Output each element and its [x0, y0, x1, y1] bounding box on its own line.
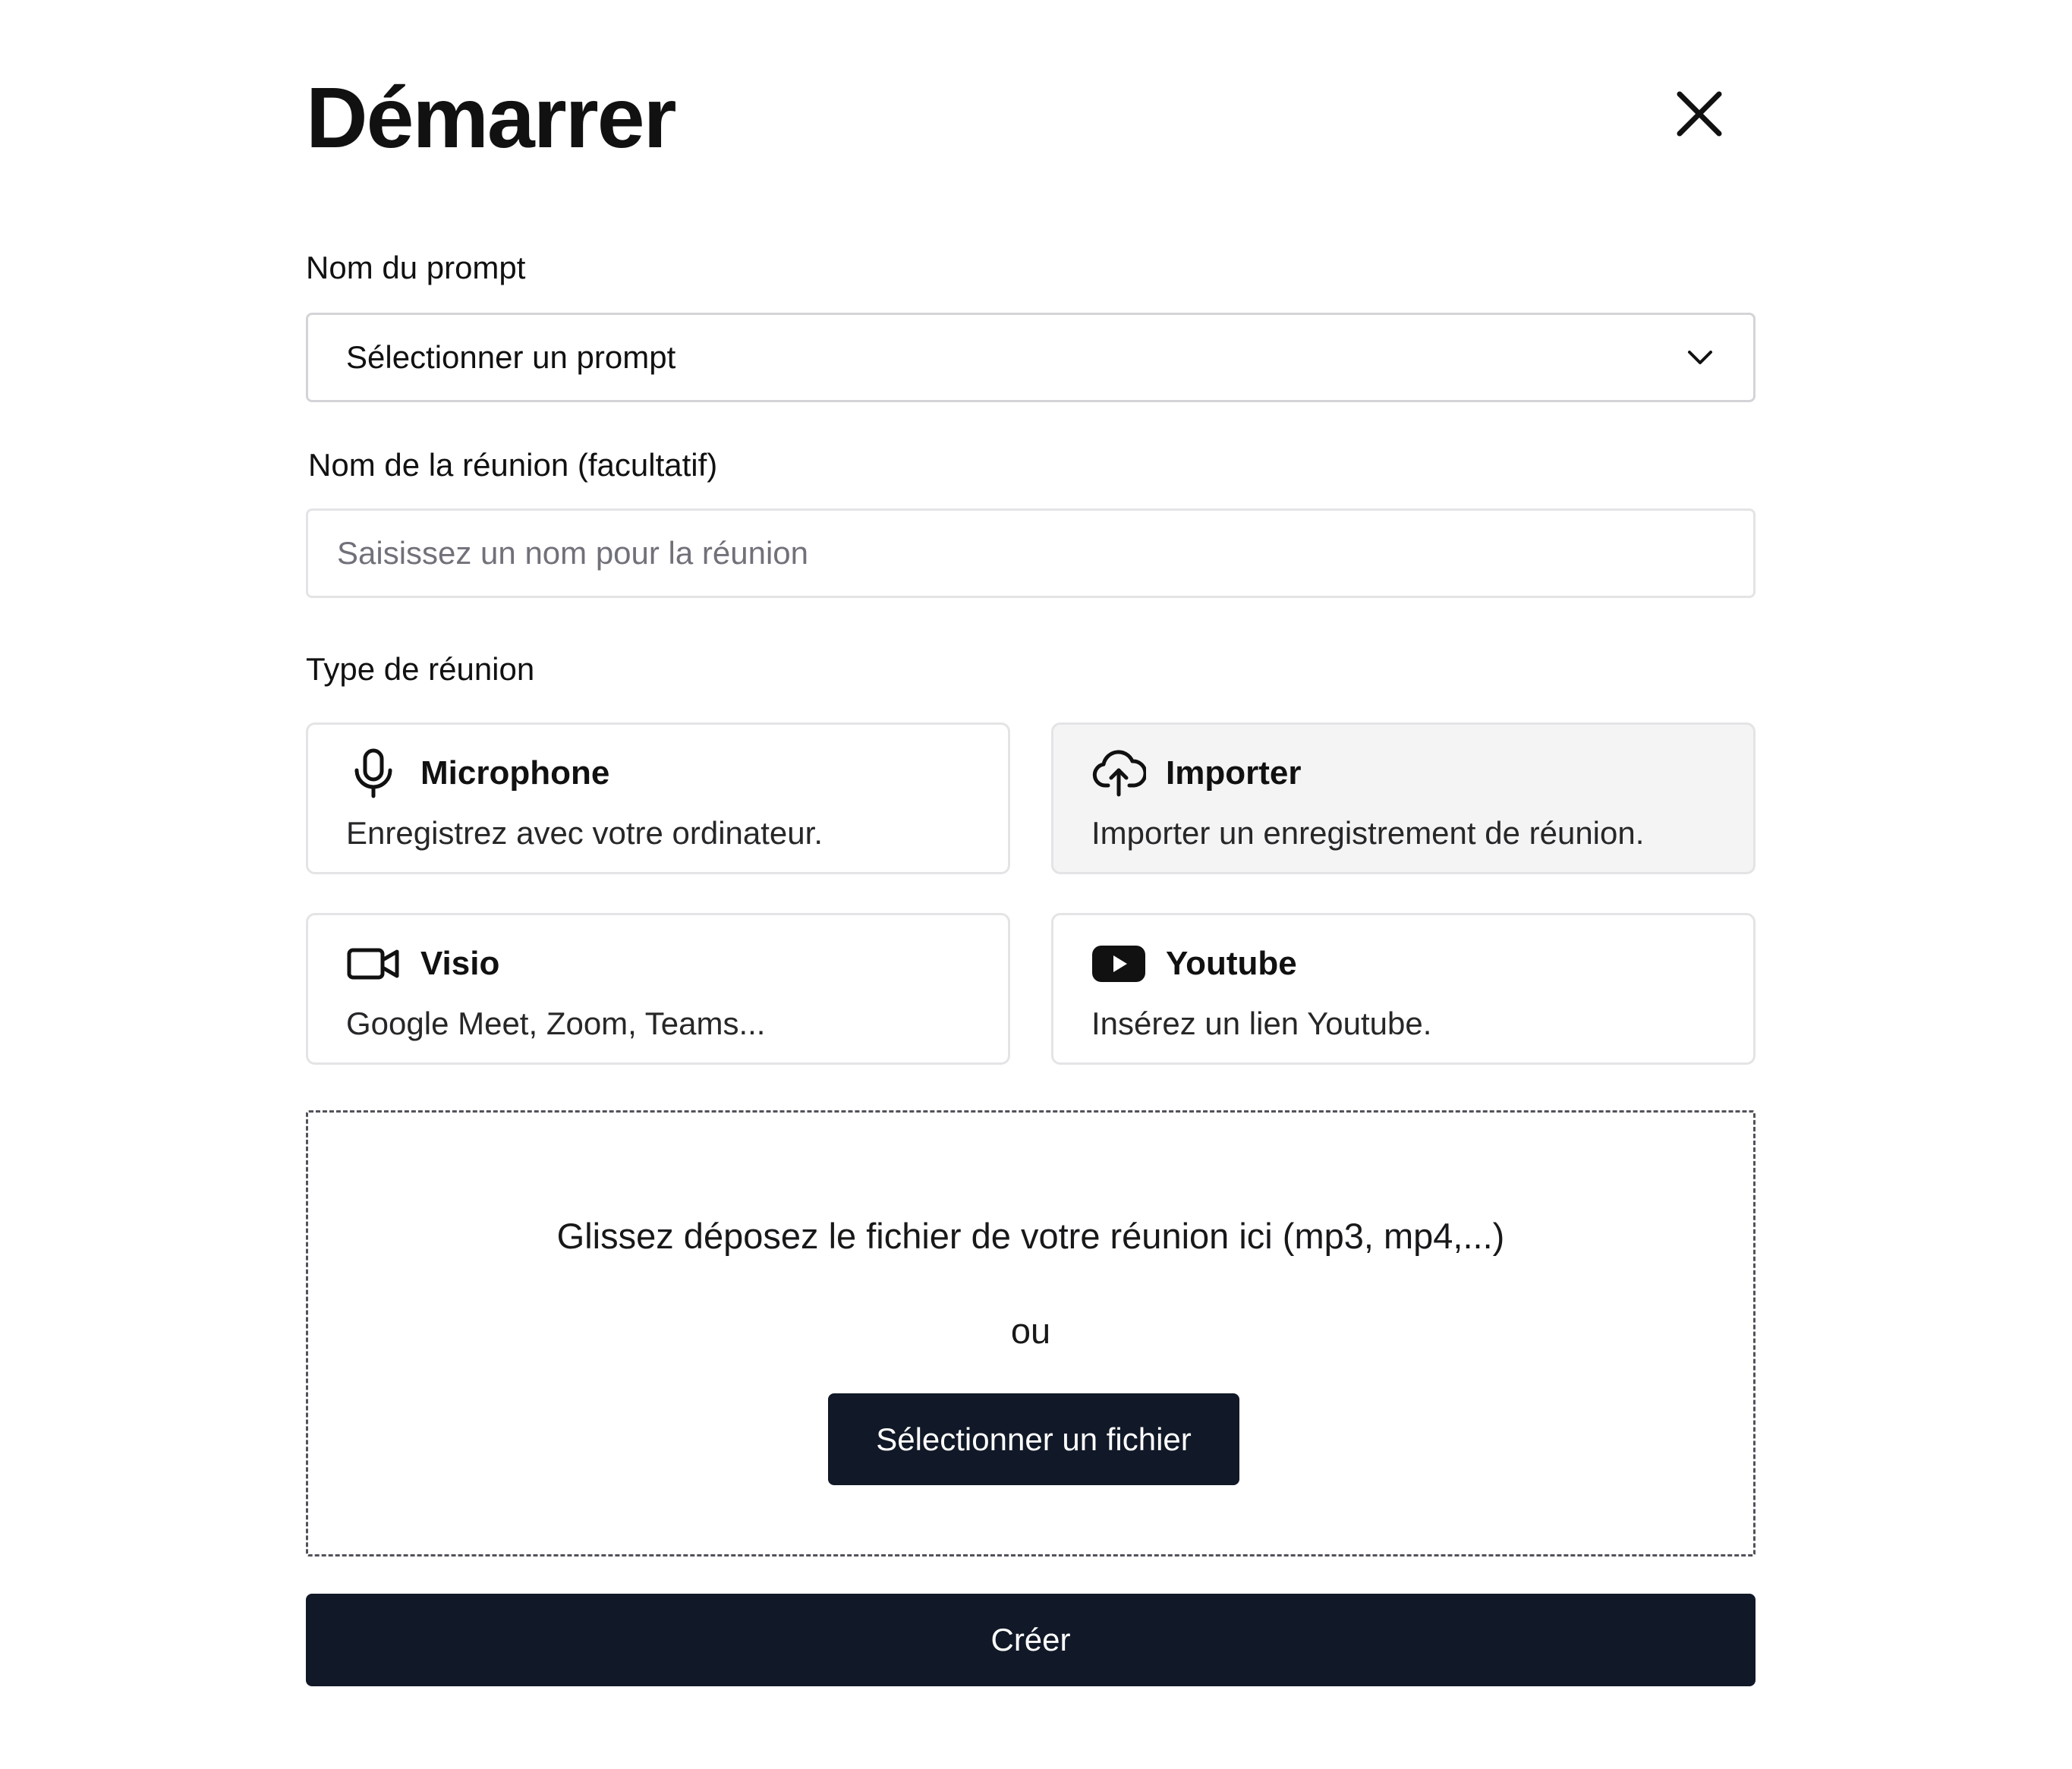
card-header: Visio	[346, 936, 499, 991]
meeting-type-option-youtube[interactable]: Youtube Insérez un lien Youtube.	[1051, 913, 1756, 1065]
prompt-select-value: Sélectionner un prompt	[346, 339, 676, 375]
card-description: Google Meet, Zoom, Teams...	[346, 1006, 766, 1041]
create-button[interactable]: Créer	[306, 1594, 1756, 1686]
card-title: Importer	[1166, 754, 1302, 792]
close-icon	[1677, 91, 1722, 137]
card-title: Youtube	[1166, 945, 1297, 982]
card-header: Youtube	[1091, 936, 1297, 991]
select-file-button[interactable]: Sélectionner un fichier	[828, 1393, 1239, 1485]
dialog-title: Démarrer	[306, 70, 677, 165]
close-button[interactable]	[1664, 79, 1734, 149]
chevron-down-icon	[1685, 342, 1715, 373]
meeting-type-option-visio[interactable]: Visio Google Meet, Zoom, Teams...	[306, 913, 1010, 1065]
video-camera-icon	[346, 936, 401, 991]
meeting-name-label: Nom de la réunion (facultatif)	[308, 447, 718, 483]
meeting-type-option-microphone[interactable]: Microphone Enregistrez avec votre ordina…	[306, 722, 1010, 874]
cloud-upload-icon	[1091, 746, 1146, 801]
card-title: Visio	[420, 945, 500, 982]
file-dropzone[interactable]: Glissez déposez le fichier de votre réun…	[306, 1110, 1756, 1557]
card-header: Importer	[1091, 746, 1301, 801]
youtube-icon	[1091, 936, 1146, 991]
start-dialog: Démarrer Nom du prompt Sélectionner un p…	[306, 0, 1757, 1769]
microphone-icon	[346, 746, 401, 801]
meeting-type-option-importer[interactable]: Importer Importer un enregistrement de r…	[1051, 722, 1756, 874]
meeting-type-label: Type de réunion	[306, 651, 535, 687]
dropzone-instructions: Glissez déposez le fichier de votre réun…	[556, 1216, 1505, 1256]
dropzone-or-separator: ou	[1010, 1311, 1051, 1351]
card-description: Importer un enregistrement de réunion.	[1091, 815, 1645, 851]
card-title: Microphone	[420, 754, 610, 792]
meeting-name-input[interactable]	[306, 508, 1756, 598]
prompt-select[interactable]: Sélectionner un prompt	[306, 313, 1756, 402]
card-description: Insérez un lien Youtube.	[1091, 1006, 1432, 1041]
prompt-label: Nom du prompt	[306, 250, 526, 285]
card-description: Enregistrez avec votre ordinateur.	[346, 815, 823, 851]
card-header: Microphone	[346, 746, 609, 801]
